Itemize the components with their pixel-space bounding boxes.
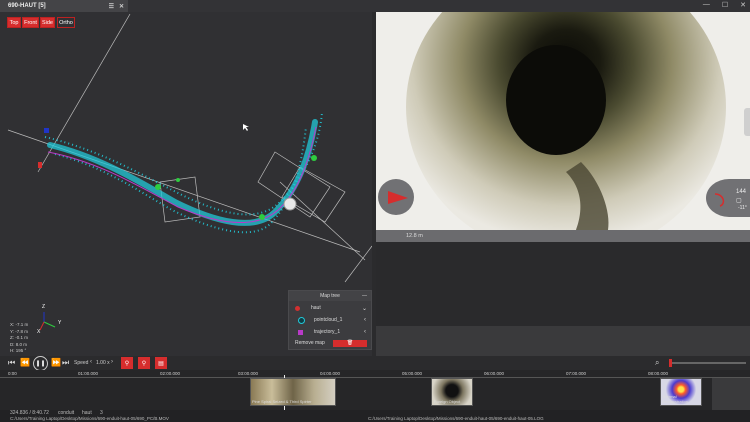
zoom-slider-handle[interactable] [669, 359, 672, 367]
map-tree-item-pointcloud[interactable]: pointcloud_1 ‹ [289, 315, 371, 325]
event-caption: Pine Spiral Seized & Third Spirter [252, 399, 312, 404]
speed-up-icon[interactable]: › [111, 359, 113, 365]
side-panel-handle[interactable] [744, 108, 750, 136]
speed-value: 1.00 x [96, 360, 110, 366]
trajectory-icon [298, 329, 303, 335]
axis-gizmo [39, 312, 56, 331]
tick-label: 03:00.000 [238, 371, 259, 376]
speed-label: Speed [74, 360, 89, 366]
map-tree-item-haut[interactable]: haut ⌄ [289, 303, 371, 313]
tick-label: 07:00.000 [566, 371, 587, 376]
lower-panel [376, 326, 750, 356]
window-controls: — ☐ ✕ [703, 1, 746, 9]
speed-down-icon[interactable]: ‹ [90, 359, 92, 365]
close-icon[interactable]: ✕ [119, 3, 124, 10]
timeline[interactable]: 0:00 01:00.000 02:00.000 03:00.000 04:00… [0, 370, 750, 410]
axis-x-label: X [37, 329, 41, 335]
maximize-icon[interactable]: ☐ [722, 1, 728, 9]
pointcloud-icon [298, 316, 305, 324]
remove-map-row: Remove map 🗑 [289, 338, 371, 348]
tick-label: 08:00.000 [648, 371, 669, 376]
chevron-left-icon[interactable]: ‹ [364, 317, 366, 323]
report-icon[interactable]: ▤ [155, 357, 167, 369]
depth-value: 12.8 m [406, 233, 423, 239]
skip-start-icon[interactable]: ⏮ [8, 358, 15, 368]
coord-x: X: -7.1 m [10, 322, 29, 327]
tick-label: 04:00.000 [320, 371, 341, 376]
depth-bar: 12.8 m [376, 230, 750, 242]
video-path: C:/Users/Training Laptop/Desktop/Mission… [10, 416, 169, 421]
heading-compass [378, 179, 414, 215]
coord-h: H: 195 ° [10, 348, 27, 353]
tick-label: 06:00.000 [484, 371, 505, 376]
axis-y-label: Y [58, 320, 62, 326]
camera-panel: 144 ▢ -11° 12.8 m [376, 12, 750, 356]
coord-z: Z: -0.1 m [10, 335, 29, 340]
playback-bar: ⏮ ⏪ ❚❚ ⏩ ⏭ Speed ‹ 1.00 x › ⚲ ⚲ ▤ ⌕ [0, 356, 750, 371]
event-thumbnail-3[interactable]: Thermal Demonstration [660, 378, 702, 406]
timeline-ruler [0, 377, 750, 378]
add-marker-icon[interactable]: ⚲ [121, 357, 133, 369]
list-icon[interactable]: ☰ [109, 3, 114, 10]
close-icon[interactable]: ✕ [740, 1, 746, 9]
event-caption: Foreign Object [434, 399, 461, 404]
map-tree-item-label: haut [311, 305, 321, 311]
tick-label: 01:00.000 [78, 371, 99, 376]
log-path: C:/Users/Training Laptop/Desktop/Mission… [368, 416, 544, 421]
axis-z-label: Z [42, 304, 46, 310]
skip-end-icon[interactable]: ⏭ [62, 358, 69, 368]
pipe-image [376, 12, 750, 230]
timeline-end-region [712, 378, 750, 410]
zoom-icon[interactable]: ⌕ [655, 358, 659, 368]
step-forward-icon[interactable]: ⏩ [51, 358, 61, 367]
add-observation-icon[interactable]: ⚲ [138, 357, 150, 369]
map-tree-panel: Map tree — haut ⌄ pointcloud_1 ‹ traject… [288, 290, 372, 350]
map-tree-title: Map tree [320, 293, 340, 299]
map-tree-header: Map tree — [289, 291, 371, 301]
zoom-slider[interactable] [670, 362, 746, 364]
map-tree-item-label: pointcloud_1 [314, 317, 343, 323]
camera-icon: ▢ [736, 198, 742, 204]
trash-icon[interactable]: 🗑 [333, 339, 367, 347]
chevron-down-icon[interactable]: ⌄ [362, 305, 367, 312]
collapse-icon[interactable]: — [362, 293, 367, 299]
step-back-icon[interactable]: ⏪ [20, 358, 30, 367]
status-bar: 324.836 / 8:40.72 conduit haut 3 C:/User… [0, 410, 750, 422]
camera-feed: 144 ▢ -11° [376, 12, 750, 230]
tick-label: 05:00.000 [402, 371, 423, 376]
document-tab[interactable]: 690-HAUT [5] ☰ ✕ [0, 0, 128, 12]
minimize-icon[interactable]: — [703, 1, 710, 9]
pause-icon[interactable]: ❚❚ [33, 356, 48, 371]
event-thumbnail-2[interactable]: Foreign Object [431, 378, 473, 406]
pitch-value: -11° [738, 205, 747, 211]
roll-value: 144 [736, 189, 747, 195]
map-tree-item-label: trajectory_1 [314, 329, 341, 335]
remove-map-label: Remove map [295, 340, 325, 346]
event-caption: Thermal Demonstration [662, 394, 689, 404]
tab-title: 690-HAUT [5] [8, 3, 46, 9]
tick-label: 02:00.000 [160, 371, 181, 376]
event-thumbnail-1[interactable]: Pine Spiral Seized & Third Spirter [250, 378, 336, 406]
chevron-left-icon[interactable]: ‹ [364, 329, 366, 335]
map-tree-item-trajectory[interactable]: trajectory_1 ‹ [289, 327, 371, 337]
inclinometer: 144 ▢ -11° [706, 179, 750, 217]
tick-label: 0:00 [8, 371, 17, 376]
coordinate-readout: X: -7.1 m Y: -7.8 m Z: -0.1 m D: 8.0 m H… [10, 322, 28, 355]
map-dot-icon [295, 305, 300, 311]
